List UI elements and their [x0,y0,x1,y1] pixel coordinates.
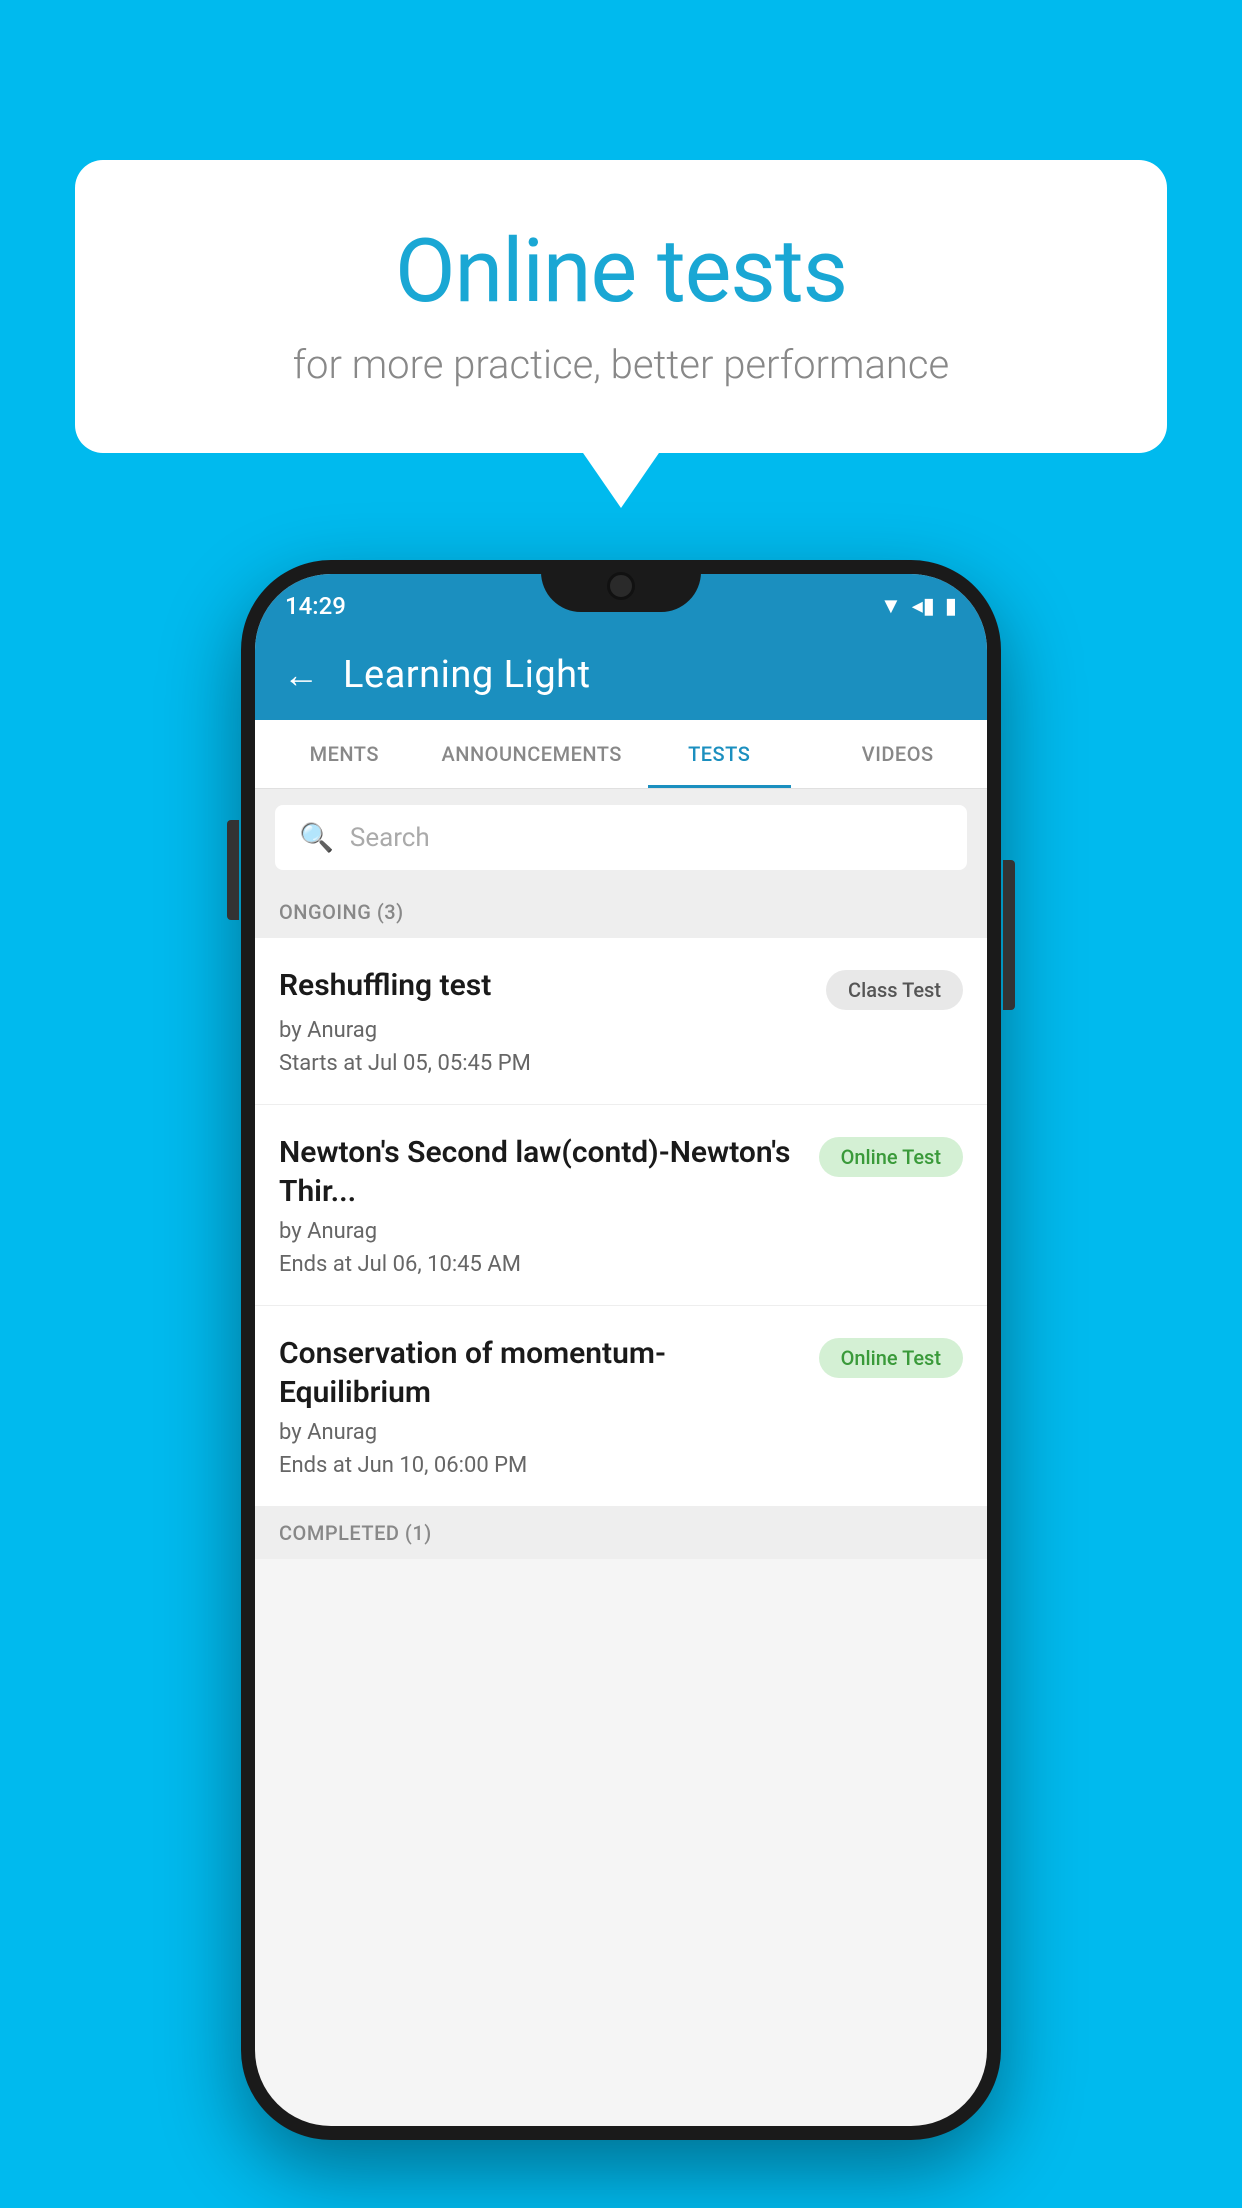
tab-tests[interactable]: TESTS [630,720,809,788]
battery-icon: ▮ [945,594,957,619]
test-author-1: by Anurag [279,1018,963,1043]
header-title: Learning Light [343,653,591,697]
wifi-icon: ▼ [880,593,902,619]
test-header-3: Conservation of momentum-Equilibrium Onl… [279,1334,963,1412]
tab-announcements[interactable]: ANNOUNCEMENTS [434,720,630,788]
test-badge-2: Online Test [819,1137,963,1177]
tab-ments[interactable]: MENTS [255,720,434,788]
test-header-2: Newton's Second law(contd)-Newton's Thir… [279,1133,963,1211]
speech-bubble: Online tests for more practice, better p… [75,160,1167,453]
completed-section-label: COMPLETED (1) [255,1507,987,1559]
status-icons: ▼ ◂▮ ▮ [880,593,957,619]
phone-mockup: 14:29 ▼ ◂▮ ▮ ← Learning Light MENTS [241,560,1001,2140]
status-time: 14:29 [285,592,346,620]
ongoing-section-label: ONGOING (3) [255,886,987,938]
test-time-2: Ends at Jul 06, 10:45 AM [279,1252,963,1277]
test-author-2: by Anurag [279,1219,963,1244]
test-badge-1: Class Test [826,970,963,1010]
search-bar[interactable]: 🔍 Search [275,805,967,870]
bubble-subtitle: for more practice, better performance [145,341,1097,388]
phone-screen: 14:29 ▼ ◂▮ ▮ ← Learning Light MENTS [255,574,987,2126]
test-time-3: Ends at Jun 10, 06:00 PM [279,1453,963,1478]
signal-icon: ◂▮ [912,594,935,619]
tabs-container: MENTS ANNOUNCEMENTS TESTS VIDEOS [255,720,987,789]
speech-bubble-wrapper: Online tests for more practice, better p… [75,160,1167,453]
tab-videos[interactable]: VIDEOS [808,720,987,788]
test-time-1: Starts at Jul 05, 05:45 PM [279,1051,963,1076]
test-badge-3: Online Test [819,1338,963,1378]
phone-outer: 14:29 ▼ ◂▮ ▮ ← Learning Light MENTS [241,560,1001,2140]
back-button[interactable]: ← [283,654,319,696]
app-background: Online tests for more practice, better p… [0,0,1242,2208]
search-placeholder: Search [350,823,430,853]
test-item-3[interactable]: Conservation of momentum-Equilibrium Onl… [255,1306,987,1507]
test-item[interactable]: Reshuffling test Class Test by Anurag St… [255,938,987,1105]
search-icon: 🔍 [299,821,334,854]
phone-notch [541,560,701,612]
search-container: 🔍 Search [255,789,987,886]
test-name-3: Conservation of momentum-Equilibrium [279,1334,799,1412]
app-header: ← Learning Light [255,630,987,720]
test-item-2[interactable]: Newton's Second law(contd)-Newton's Thir… [255,1105,987,1306]
test-name-1: Reshuffling test [279,966,806,1005]
camera [607,572,635,600]
test-header-1: Reshuffling test Class Test [279,966,963,1010]
test-author-3: by Anurag [279,1420,963,1445]
bubble-title: Online tests [145,220,1097,323]
test-name-2: Newton's Second law(contd)-Newton's Thir… [279,1133,799,1211]
